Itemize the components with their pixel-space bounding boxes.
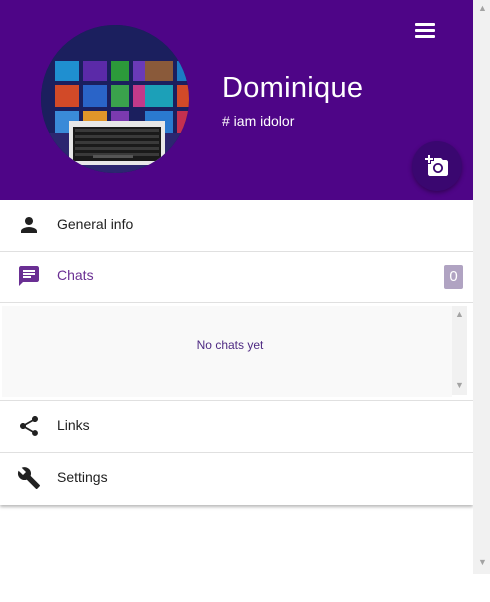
nav-item-settings[interactable]: Settings <box>0 453 473 504</box>
chats-list-scrollbar[interactable]: ▲ ▼ <box>452 306 467 395</box>
nav-item-label: Chats <box>57 267 94 283</box>
profile-tagline: # iam idolor <box>222 113 295 129</box>
nav-item-chats[interactable]: Chats <box>0 251 473 303</box>
chats-count-badge: 0 <box>444 265 463 289</box>
add-a-photo-icon <box>425 155 448 176</box>
avatar[interactable] <box>41 25 189 173</box>
add-photo-button[interactable] <box>412 141 462 191</box>
wrench-icon <box>17 467 40 489</box>
nav-item-label: Settings <box>57 469 108 485</box>
page-scrollbar[interactable]: ▲ ▼ <box>473 0 490 574</box>
chats-list-body: No chats yet <box>2 306 452 397</box>
empty-chats-message: No chats yet <box>196 338 264 352</box>
nav-item-label: Links <box>57 417 90 433</box>
chats-list: No chats yet <box>0 303 473 401</box>
profile-name: Dominique <box>222 72 364 104</box>
scroll-up-arrow-icon[interactable]: ▲ <box>478 4 487 13</box>
share-icon <box>20 416 38 436</box>
profile-header: Dominique # iam idolor <box>0 0 473 200</box>
person-icon <box>21 217 37 233</box>
scroll-up-arrow-icon[interactable]: ▲ <box>455 310 464 319</box>
hamburger-menu-icon[interactable] <box>411 17 439 43</box>
chat-icon <box>19 266 39 286</box>
nav-item-links[interactable]: Links <box>0 401 473 453</box>
nav-item-label: General info <box>57 216 134 232</box>
avatar-image <box>41 25 189 173</box>
profile-panel: Dominique # iam idolor General info Chat… <box>0 0 473 505</box>
scroll-down-arrow-icon[interactable]: ▼ <box>478 558 487 567</box>
nav-item-general-info[interactable]: General info <box>0 200 473 252</box>
scroll-down-arrow-icon[interactable]: ▼ <box>455 381 464 390</box>
